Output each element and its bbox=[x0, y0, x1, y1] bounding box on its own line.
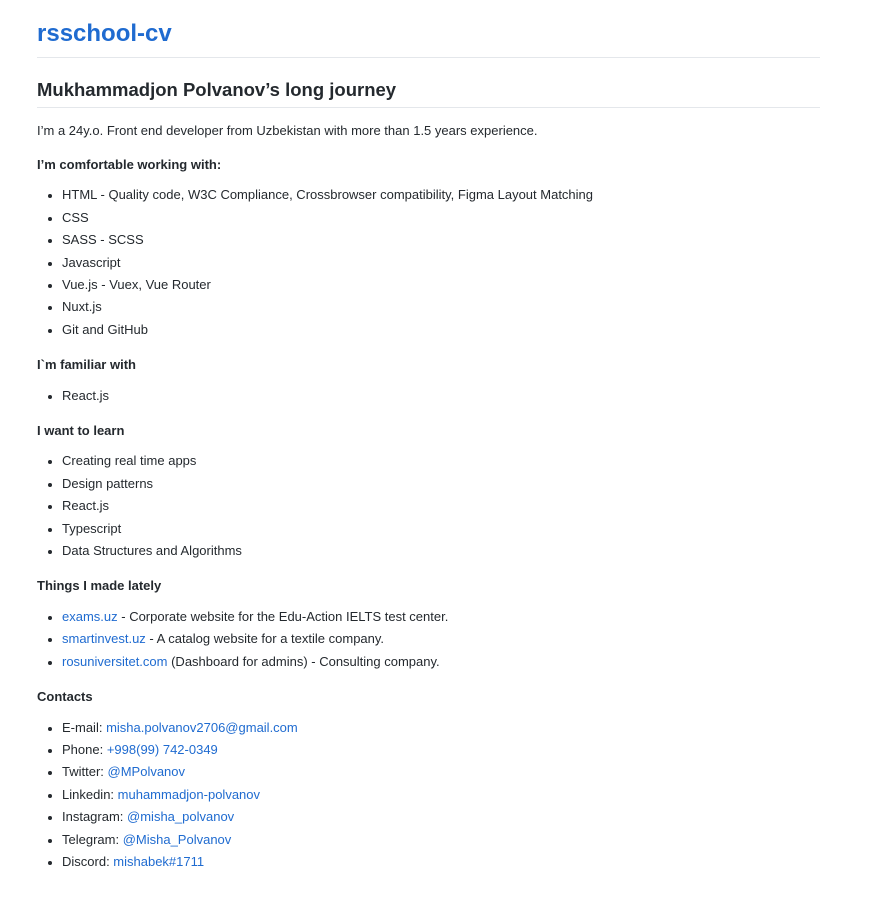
instagram-link[interactable]: @misha_polvanov bbox=[127, 809, 234, 824]
contacts-list: E-mail: misha.polvanov2706@gmail.com Pho… bbox=[37, 717, 820, 874]
project-description: - A catalog website for a textile compan… bbox=[145, 631, 385, 647]
list-item: Vue.js - Vuex, Vue Router bbox=[62, 274, 820, 296]
familiar-list: React.js bbox=[37, 385, 820, 407]
intro-text: I’m a 24y.o. Front end developer from Uz… bbox=[37, 123, 538, 139]
contact-label: Linkedin: bbox=[62, 786, 118, 802]
projects-list: exams.uz - Corporate website for the Edu… bbox=[37, 606, 820, 673]
contact-label: Twitter: bbox=[62, 764, 108, 780]
list-item: Nuxt.js bbox=[62, 296, 820, 318]
list-item: Javascript bbox=[62, 252, 820, 274]
comfortable-heading: I’m comfortable working with: bbox=[37, 156, 222, 172]
project-item: exams.uz - Corporate website for the Edu… bbox=[62, 606, 820, 628]
contact-item: Instagram: @misha_polvanov bbox=[62, 806, 820, 828]
learn-list: Creating real time apps Design patterns … bbox=[37, 450, 820, 562]
project-link-smartinvest[interactable]: smartinvest.uz bbox=[62, 631, 146, 646]
project-link-exams[interactable]: exams.uz bbox=[62, 609, 118, 624]
list-item: SASS - SCSS bbox=[62, 229, 820, 251]
project-item: rosuniversitet.com (Dashboard for admins… bbox=[62, 651, 820, 673]
comfortable-list: HTML - Quality code, W3C Compliance, Cro… bbox=[37, 184, 820, 341]
contact-item: Telegram: @Misha_Polvanov bbox=[62, 829, 820, 851]
contact-item: Twitter: @MPolvanov bbox=[62, 761, 820, 783]
page-heading: Mukhammadjon Polvanov’s long journey bbox=[37, 78, 820, 109]
list-item: Typescript bbox=[62, 518, 820, 540]
list-item: Design patterns bbox=[62, 473, 820, 495]
project-description: - Corporate website for the Edu-Action I… bbox=[117, 608, 449, 624]
list-item: Git and GitHub bbox=[62, 319, 820, 341]
contact-item: Linkedin: muhammadjon-polvanov bbox=[62, 784, 820, 806]
list-item: Data Structures and Algorithms bbox=[62, 540, 820, 562]
phone-link[interactable]: +998(99) 742-0349 bbox=[107, 742, 218, 757]
contact-item: Phone: +998(99) 742-0349 bbox=[62, 739, 820, 761]
content: rsschool-cv Mukhammadjon Polvanov’s long… bbox=[37, 18, 820, 873]
contact-label: Telegram: bbox=[62, 831, 123, 847]
list-item: React.js bbox=[62, 495, 820, 517]
contact-label: E-mail: bbox=[62, 719, 107, 735]
projects-heading: Things I made lately bbox=[37, 578, 162, 594]
project-description: (Dashboard for admins) - Consulting comp… bbox=[167, 653, 440, 669]
learn-heading: I want to learn bbox=[37, 422, 125, 438]
contact-item: E-mail: misha.polvanov2706@gmail.com bbox=[62, 717, 820, 739]
page: rsschool-cv Mukhammadjon Polvanov’s long… bbox=[0, 0, 889, 908]
project-link-rosuniversitet[interactable]: rosuniversitet.com bbox=[62, 654, 167, 669]
telegram-link[interactable]: @Misha_Polvanov bbox=[123, 832, 232, 847]
contact-label: Discord: bbox=[62, 853, 114, 869]
familiar-heading: I`m familiar with bbox=[37, 357, 136, 373]
twitter-link[interactable]: @MPolvanov bbox=[108, 764, 186, 779]
email-link[interactable]: misha.polvanov2706@gmail.com bbox=[106, 720, 298, 735]
contact-label: Phone: bbox=[62, 742, 107, 757]
list-item: Creating real time apps bbox=[62, 450, 820, 472]
list-item: React.js bbox=[62, 385, 820, 407]
linkedin-link[interactable]: muhammadjon-polvanov bbox=[118, 787, 260, 802]
contact-label: Instagram: bbox=[62, 809, 128, 825]
list-item: HTML - Quality code, W3C Compliance, Cro… bbox=[62, 184, 820, 206]
project-item: smartinvest.uz - A catalog website for a… bbox=[62, 628, 820, 650]
discord-link[interactable]: mishabek#1711 bbox=[113, 854, 204, 869]
contacts-heading: Contacts bbox=[37, 689, 93, 705]
site-title-link[interactable]: rsschool-cv bbox=[37, 18, 820, 59]
contact-item: Discord: mishabek#1711 bbox=[62, 851, 820, 873]
list-item: CSS bbox=[62, 207, 820, 229]
